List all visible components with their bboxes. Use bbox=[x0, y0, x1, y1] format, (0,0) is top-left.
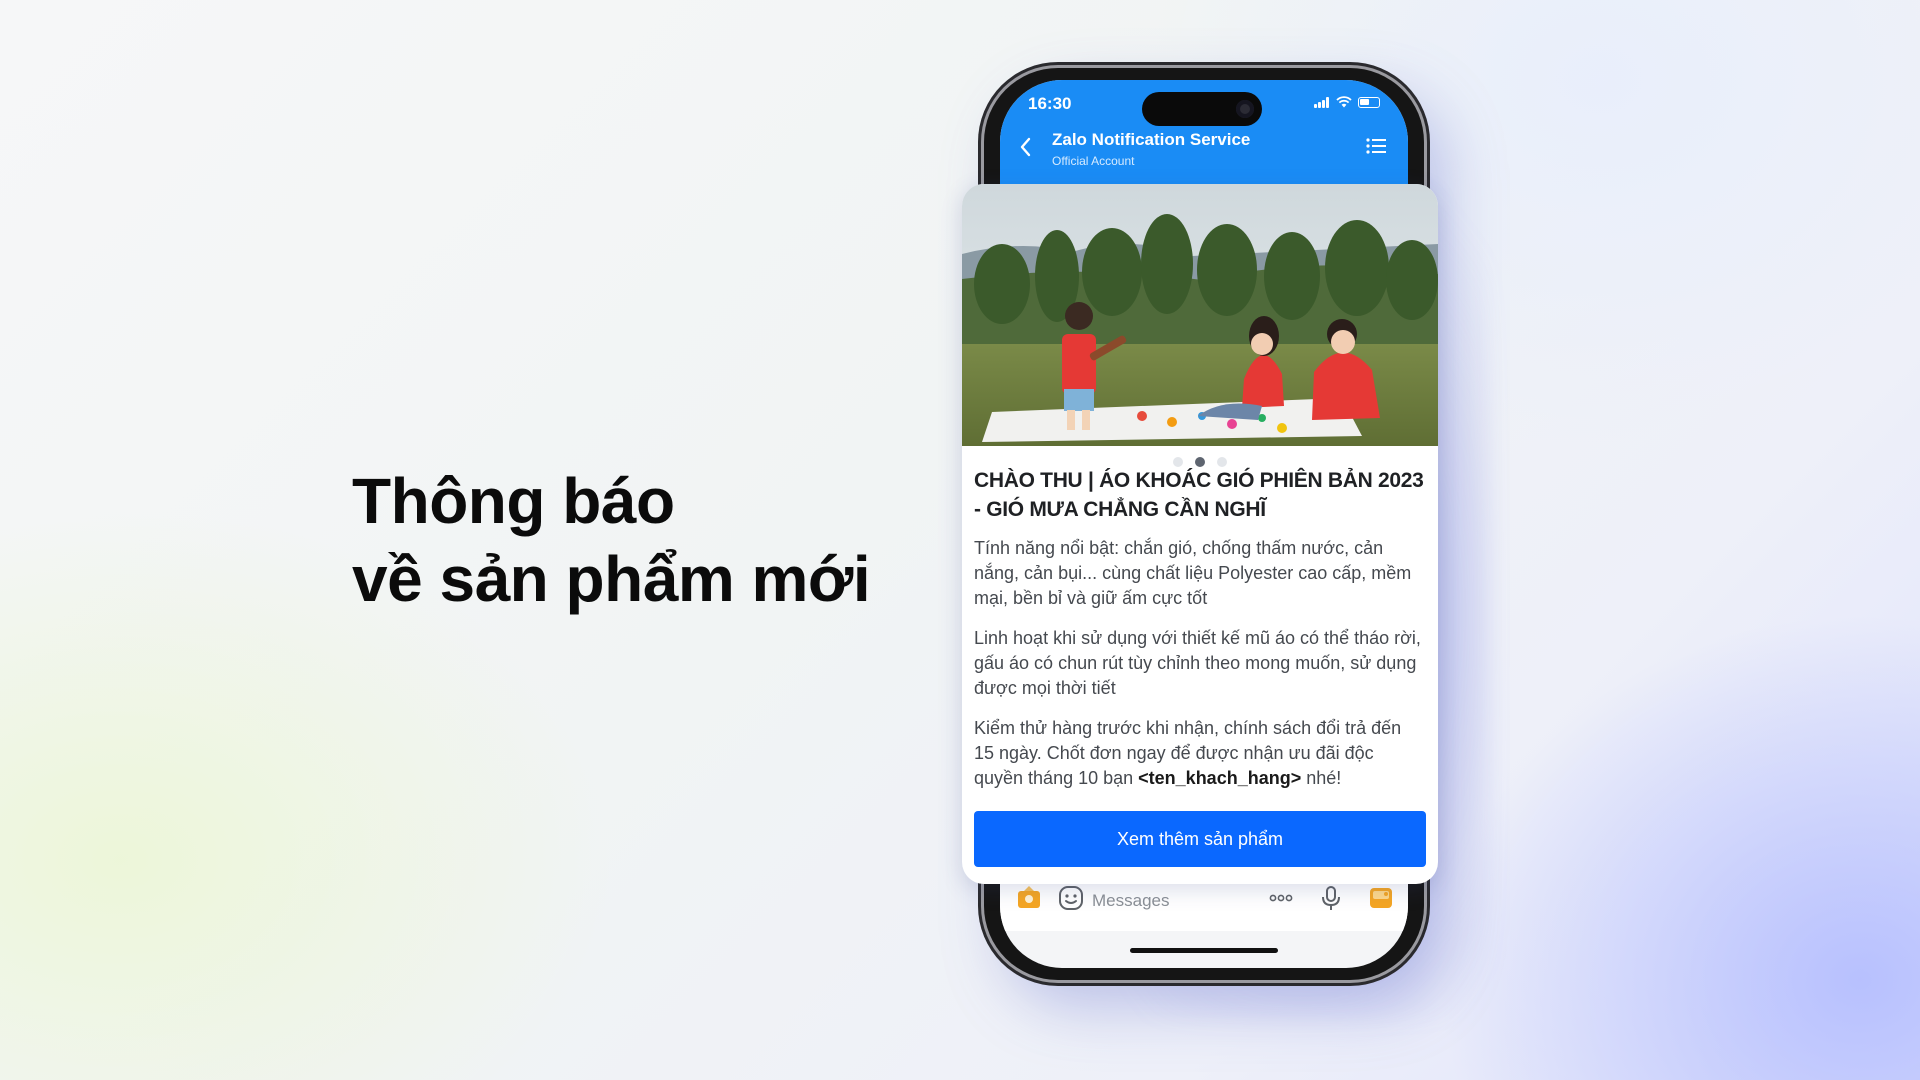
image-icon[interactable] bbox=[1368, 885, 1394, 911]
headline-line-2: về sản phẩm mới bbox=[352, 543, 871, 615]
signal-icon bbox=[1314, 96, 1330, 108]
message-paragraph-1: Tính năng nổi bật: chắn gió, chống thấm … bbox=[974, 538, 1412, 608]
message-paragraph-3: Kiểm thử hàng trước khi nhận, chính sách… bbox=[974, 716, 1424, 791]
headline-line-1: Thông báo bbox=[352, 465, 675, 537]
chat-title[interactable]: Zalo Notification Service bbox=[1052, 130, 1250, 150]
chevron-left-icon bbox=[1020, 137, 1031, 157]
camera-icon bbox=[1236, 100, 1254, 118]
battery-icon bbox=[1358, 96, 1380, 108]
product-photo[interactable] bbox=[962, 184, 1438, 446]
headline: Thông báo về sản phẩm mới bbox=[352, 462, 871, 618]
microphone-icon[interactable] bbox=[1318, 885, 1344, 911]
message-card: CHÀO THU | ÁO KHOÁC GIÓ PHIÊN BẢN 2023 -… bbox=[962, 184, 1438, 884]
list-icon bbox=[1366, 138, 1386, 154]
message-title: CHÀO THU | ÁO KHOÁC GIÓ PHIÊN BẢN 2023 -… bbox=[974, 469, 1424, 521]
emoji-icon[interactable] bbox=[1058, 885, 1084, 911]
message-input[interactable]: Messages bbox=[1092, 891, 1169, 911]
menu-button[interactable] bbox=[1366, 138, 1386, 159]
back-button[interactable] bbox=[1018, 136, 1032, 162]
status-time: 16:30 bbox=[1028, 94, 1072, 113]
customer-name-placeholder: <ten_khach_hang> bbox=[1138, 768, 1302, 788]
home-indicator bbox=[1130, 948, 1278, 953]
sticker-icon[interactable] bbox=[1016, 885, 1042, 911]
more-icon[interactable] bbox=[1268, 885, 1294, 911]
dynamic-island bbox=[1142, 92, 1262, 126]
chat-subtitle: Official Account bbox=[1052, 154, 1135, 168]
paragraph-3-end: nhé! bbox=[1301, 768, 1342, 788]
view-more-products-button[interactable]: Xem thêm sản phẩm bbox=[974, 811, 1426, 867]
wifi-icon bbox=[1336, 96, 1352, 108]
status-icons bbox=[1314, 96, 1380, 108]
message-paragraph-2: Linh hoạt khi sử dụng với thiết kế mũ áo… bbox=[974, 628, 1421, 698]
